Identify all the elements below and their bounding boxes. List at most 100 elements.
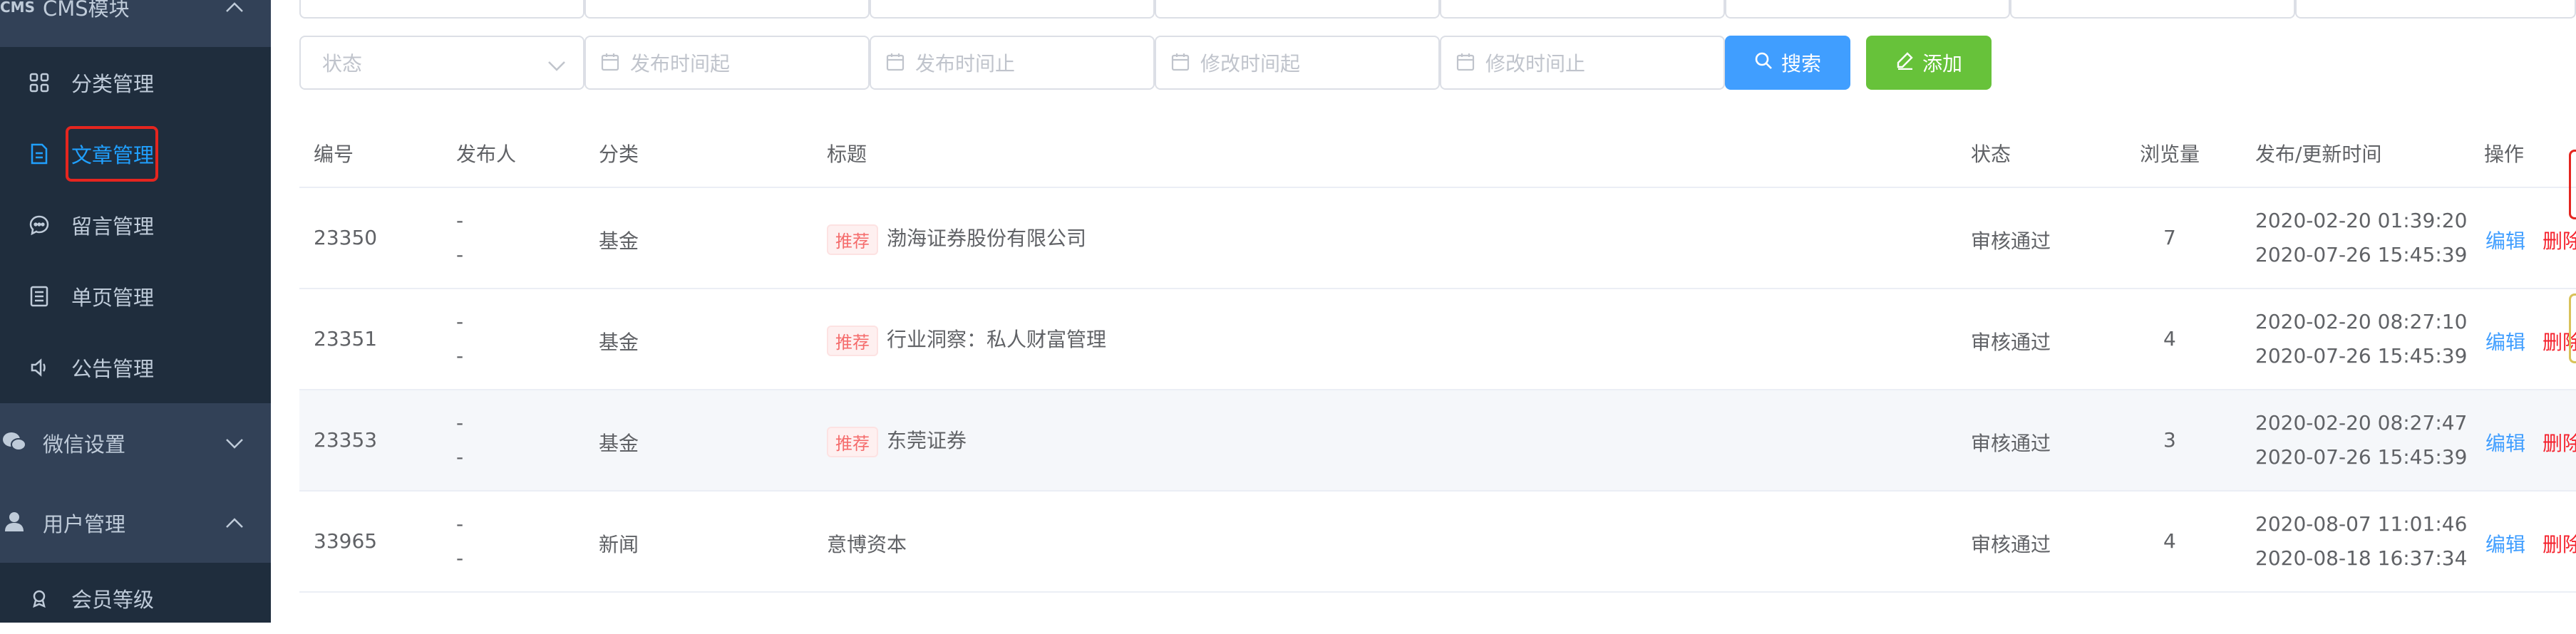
cell-category: 基金 xyxy=(599,331,639,354)
user-icon xyxy=(0,511,29,536)
add-button[interactable]: 添加 xyxy=(1866,36,1992,90)
publish-end-date-input[interactable]: 发布时间止 xyxy=(870,36,1155,90)
cell-id: 23350 xyxy=(314,226,378,249)
divider xyxy=(299,490,2576,492)
column-header-title: 标题 xyxy=(827,142,867,166)
column-header-actions: 操作 xyxy=(2484,142,2525,166)
menu-group-wechat[interactable]: 微信设置 xyxy=(0,407,271,479)
filter-field-top[interactable] xyxy=(299,0,584,19)
filter-field-top[interactable] xyxy=(2295,0,2576,19)
menu-group-cms[interactable]: CMS CMS模块 xyxy=(0,0,271,43)
edit-link[interactable]: 编辑 xyxy=(2485,529,2525,558)
document-icon xyxy=(27,142,51,166)
edit-link[interactable]: 编辑 xyxy=(2485,428,2525,457)
cell-status: 审核通过 xyxy=(1971,229,2051,253)
page-icon xyxy=(27,284,51,308)
status-placeholder: 状态 xyxy=(322,52,363,76)
cell-id: 33965 xyxy=(314,529,378,553)
cell-status: 审核通过 xyxy=(1971,432,2051,455)
column-header-publisher: 发布人 xyxy=(456,142,517,166)
cell-category: 新闻 xyxy=(599,533,639,556)
sidebar-item-label: 公告管理 xyxy=(71,357,155,381)
publish-start-date-input[interactable]: 发布时间起 xyxy=(584,36,870,90)
filter-field-top[interactable] xyxy=(2010,0,2295,19)
filter-field-top[interactable] xyxy=(584,0,870,19)
cell-published-time: 2020-02-20 08:27:47 xyxy=(2255,411,2468,435)
column-header-id: 编号 xyxy=(314,142,354,166)
cell-title: 推荐 行业洞察：私人财富管理 xyxy=(827,324,1106,356)
menu-group-label: 用户管理 xyxy=(43,512,126,536)
chevron-down-icon xyxy=(547,53,566,76)
menu-group-label: CMS模块 xyxy=(43,0,130,21)
cell-publisher: - xyxy=(456,243,464,266)
divider xyxy=(299,187,2576,188)
filter-field-top[interactable] xyxy=(870,0,1155,19)
cell-title: 意博资本 xyxy=(827,533,907,556)
cell-views: 3 xyxy=(2163,428,2176,452)
recommend-tag: 推荐 xyxy=(827,325,878,356)
cell-views: 4 xyxy=(2163,529,2176,553)
cell-status: 审核通过 xyxy=(1971,533,2051,556)
column-header-category: 分类 xyxy=(599,142,639,166)
filter-field-top[interactable] xyxy=(1440,0,1725,19)
modify-end-date-input[interactable]: 修改时间止 xyxy=(1440,36,1725,90)
cell-published-time: 2020-02-20 01:39:20 xyxy=(2255,209,2468,232)
row-hover-background xyxy=(299,390,2576,492)
edit-link[interactable]: 编辑 xyxy=(2485,327,2525,355)
calendar-icon xyxy=(1170,52,1192,73)
edit-pen-icon xyxy=(1895,51,1914,75)
cell-id: 23351 xyxy=(314,327,378,350)
column-header-views: 浏览量 xyxy=(2140,142,2200,166)
date-placeholder: 修改时间起 xyxy=(1200,52,1301,76)
column-header-status: 状态 xyxy=(1971,142,2011,166)
cell-views: 7 xyxy=(2163,226,2176,249)
title-text: 东莞证券 xyxy=(887,429,967,452)
divider xyxy=(299,591,2576,593)
status-select[interactable]: 状态 xyxy=(299,36,584,90)
title-text: 行业洞察：私人财富管理 xyxy=(887,328,1107,351)
calendar-icon xyxy=(1456,52,1477,73)
sidebar-item-message[interactable]: 留言管理 xyxy=(0,189,271,261)
wechat-icon xyxy=(0,431,29,456)
sidebar-item-category[interactable]: 分类管理 xyxy=(0,47,271,118)
delete-link[interactable]: 删除 xyxy=(2542,529,2576,558)
highlight-edge xyxy=(2569,150,2576,219)
date-placeholder: 发布时间止 xyxy=(915,52,1016,76)
cell-category: 基金 xyxy=(599,432,639,455)
cell-id: 23353 xyxy=(314,428,378,452)
delete-link[interactable]: 删除 xyxy=(2542,428,2576,457)
sidebar-item-notice[interactable]: 公告管理 xyxy=(0,332,271,403)
filter-field-top[interactable] xyxy=(1725,0,2010,19)
modify-start-date-input[interactable]: 修改时间起 xyxy=(1155,36,1440,90)
column-header-time: 发布/更新时间 xyxy=(2255,142,2382,166)
chevron-down-icon xyxy=(225,433,244,453)
cell-updated-time: 2020-07-26 15:45:39 xyxy=(2255,344,2468,368)
filter-field-top[interactable] xyxy=(1155,0,1440,19)
edit-link[interactable]: 编辑 xyxy=(2485,226,2525,254)
add-button-label: 添加 xyxy=(1922,52,1962,76)
cell-publisher: - xyxy=(456,445,464,469)
cell-publisher: - xyxy=(456,411,464,435)
delete-link[interactable]: 删除 xyxy=(2542,226,2576,254)
sidebar-item-member-level[interactable]: 会员等级 xyxy=(0,563,271,634)
date-placeholder: 发布时间起 xyxy=(630,52,731,76)
sidebar-item-page[interactable]: 单页管理 xyxy=(0,261,271,332)
highlight-edge xyxy=(2569,293,2576,363)
cell-publisher: - xyxy=(456,310,464,333)
cms-icon: CMS xyxy=(0,0,35,16)
menu-group-user[interactable]: 用户管理 xyxy=(0,487,271,558)
sidebar-item-label: 单页管理 xyxy=(71,286,155,310)
recommend-tag: 推荐 xyxy=(827,224,878,255)
calendar-icon xyxy=(885,52,907,73)
title-text: 渤海证券股份有限公司 xyxy=(887,227,1087,250)
message-icon xyxy=(27,213,51,237)
sidebar-item-label: 会员等级 xyxy=(71,588,155,612)
cell-category: 基金 xyxy=(599,229,639,253)
date-placeholder: 修改时间止 xyxy=(1485,52,1586,76)
cell-published-time: 2020-02-20 08:27:10 xyxy=(2255,310,2468,333)
cell-publisher: - xyxy=(456,546,464,570)
search-button[interactable]: 搜索 xyxy=(1725,36,1850,90)
search-button-label: 搜索 xyxy=(1781,52,1821,76)
cell-status: 审核通过 xyxy=(1971,331,2051,354)
cell-published-time: 2020-08-07 11:01:46 xyxy=(2255,512,2468,536)
